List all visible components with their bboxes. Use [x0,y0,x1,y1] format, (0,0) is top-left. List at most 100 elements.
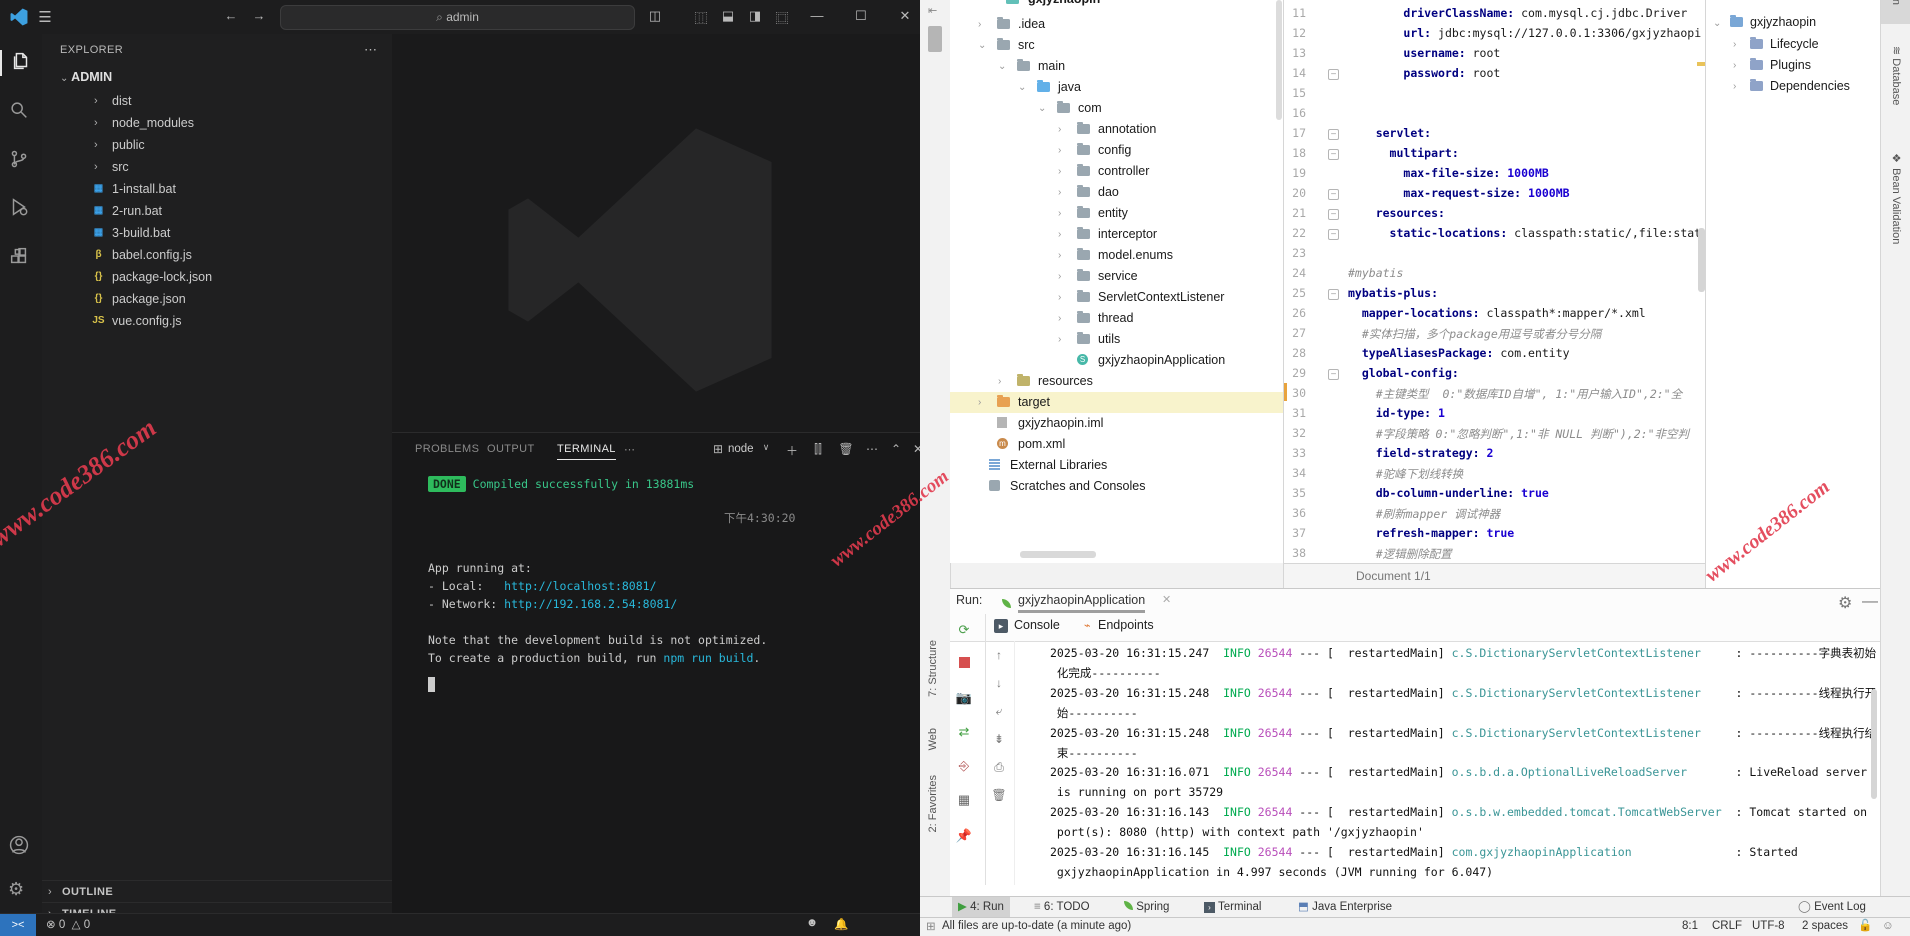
fold-marker-icon[interactable]: – [1328,229,1339,240]
feedback-icon[interactable]: ☻ [806,917,818,929]
explorer-file-2-run.bat[interactable]: ▦2-run.bat [42,200,392,222]
explorer-icon[interactable] [0,50,36,76]
tool-database[interactable]: ≋ Database [1890,46,1903,105]
stop-icon[interactable] [954,654,974,674]
explorer-folder-dist[interactable]: ›dist [42,90,392,112]
new-terminal-icon[interactable]: ＋ [784,442,800,459]
fold-marker-icon[interactable]: – [1328,69,1339,80]
explorer-file-3-build.bat[interactable]: ▦3-build.bat [42,222,392,244]
chevron-right-icon[interactable]: › [998,371,1001,392]
tool-bean-validation[interactable]: ❖ Bean Validation [1890,152,1903,244]
outline-section[interactable]: ›OUTLINE [42,880,392,903]
indent-style[interactable]: 2 spaces [1802,918,1848,935]
chevron-right-icon[interactable]: › [1058,308,1061,329]
explorer-more-actions-icon[interactable]: ⋯ [364,42,377,58]
panel-more-tabs-icon[interactable]: ⋯ [624,443,635,456]
chevron-right-icon[interactable]: › [978,14,981,35]
tool-favorites[interactable]: 2: Favorites [927,775,939,832]
source-control-icon[interactable] [8,148,34,174]
tool-structure[interactable]: 7: Structure [927,640,939,697]
tool-window-switcher-icon[interactable]: ⊞ [926,919,936,936]
tool-todo-button[interactable]: ≡ 6: TODO [1028,897,1096,918]
chevron-right-icon[interactable]: › [1058,140,1061,161]
toggle-secondary-sidebar-icon[interactable]: ◨ [746,8,764,24]
chevron-down-icon[interactable]: ⌄ [1038,98,1046,119]
extensions-icon[interactable] [8,245,34,271]
explorer-root-folder[interactable]: ⌄ ADMIN [60,70,112,84]
chevron-right-icon[interactable]: › [1058,329,1061,350]
window-minimize-icon[interactable]: — [808,8,826,23]
remote-indicator[interactable]: >< [0,914,36,936]
terminal-shell-label[interactable]: node [728,443,754,455]
chevron-right-icon[interactable]: › [1058,245,1061,266]
run-debug-icon[interactable] [8,196,34,222]
notifications-bell-icon[interactable]: 🔔 [834,917,848,931]
split-terminal-icon[interactable]: ⫿⫿ [810,442,826,457]
tool-java-enterprise-button[interactable]: ⬒ Java Enterprise [1292,897,1398,918]
rerun-icon[interactable]: ⟳ [954,620,974,640]
chevron-right-icon[interactable]: › [1058,182,1061,203]
problems-status[interactable]: ⊗ 0 △ 0 [46,917,90,931]
chevron-right-icon[interactable]: › [1058,161,1061,182]
search-icon[interactable] [8,99,34,125]
tool-web[interactable]: Web [927,728,939,750]
fold-marker-icon[interactable]: – [1328,189,1339,200]
chevron-down-icon[interactable]: ⌄ [978,35,986,56]
tab-output[interactable]: OUTPUT [487,443,535,455]
chevron-right-icon[interactable]: › [1733,34,1736,55]
command-center-search[interactable]: ⌕ admin [280,5,635,30]
lock-icon[interactable]: 🔓 [1858,918,1872,935]
explorer-folder-public[interactable]: ›public [42,134,392,156]
run-minimize-icon[interactable]: — [1862,593,1878,611]
console-scrollbar[interactable] [1871,689,1877,799]
chevron-right-icon[interactable]: › [1733,55,1736,76]
tab-problems[interactable]: PROBLEMS [415,443,479,455]
layout-icon[interactable]: ▦ [954,790,974,810]
tool-spring-button[interactable]: Spring [1118,897,1175,918]
fold-marker-icon[interactable]: – [1328,369,1339,380]
explorer-folder-node_modules[interactable]: ›node_modules [42,112,392,134]
window-maximize-icon[interactable]: ☐ [852,8,870,24]
explorer-file-package.json[interactable]: {}package.json [42,288,392,310]
caret-position[interactable]: 8:1 [1682,918,1698,935]
yaml-editor[interactable]: 11121314–151617–18–1920–21–22–232425–262… [1283,0,1706,563]
scroll-up-icon[interactable]: ↑ [991,647,1007,663]
customize-layout-icon[interactable]: ⿴ [773,8,791,27]
toggle-sidebar-icon[interactable]: ◫ [646,8,664,24]
update-application-icon[interactable]: ⇄ [954,722,974,742]
chevron-right-icon[interactable]: › [1058,287,1061,308]
chevron-down-icon[interactable]: ⌄ [998,56,1006,77]
nav-forward-icon[interactable]: → [250,8,268,23]
explorer-file-babel.config.js[interactable]: βbabel.config.js [42,244,392,266]
tab-console[interactable]: Console [1014,618,1060,632]
tree-vscrollbar[interactable] [1276,0,1282,120]
chevron-right-icon[interactable]: › [1733,76,1736,97]
line-separator[interactable]: CRLF [1712,918,1742,935]
file-encoding[interactable]: UTF-8 [1752,918,1785,935]
kill-terminal-icon[interactable]: 🗑 [838,442,854,456]
explorer-file-1-install.bat[interactable]: ▦1-install.bat [42,178,392,200]
thread-dump-camera-icon[interactable]: 📷 [954,688,974,708]
close-tab-icon[interactable]: ✕ [1162,593,1171,606]
print-icon[interactable]: ⎙ [991,759,1007,775]
shell-dropdown-chevron-icon[interactable]: ∨ [758,442,774,453]
tool-run-button[interactable]: ▶ 4: Run [952,897,1010,918]
tree-hscrollbar[interactable] [1020,551,1096,558]
run-settings-gear-icon[interactable]: ⚙ [1838,593,1852,613]
fold-marker-icon[interactable]: – [1328,149,1339,160]
menu-icon[interactable]: ☰ [36,8,54,26]
clear-console-icon[interactable]: 🗑 [991,787,1007,803]
tool-maven-selected[interactable]: Maven [1881,0,1910,24]
scroll-to-end-icon[interactable]: ⇟ [991,731,1007,747]
window-close-icon[interactable]: ✕ [896,8,914,24]
chevron-right-icon[interactable]: › [1058,224,1061,245]
chevron-right-icon[interactable]: › [1058,266,1061,287]
explorer-folder-src[interactable]: ›src [42,156,392,178]
ide-updates-icon[interactable]: ☺ [1882,918,1894,935]
run-console-output[interactable]: 2025-03-20 16:31:15.247 INFO 26544 --- [… [1045,641,1880,885]
nav-back-icon[interactable]: ← [222,8,240,23]
tab-terminal[interactable]: TERMINAL [557,443,616,460]
project-tool-button[interactable] [928,26,942,52]
tool-terminal-button[interactable]: › Terminal [1198,897,1267,918]
chevron-down-icon[interactable]: ⌄ [1018,77,1026,98]
